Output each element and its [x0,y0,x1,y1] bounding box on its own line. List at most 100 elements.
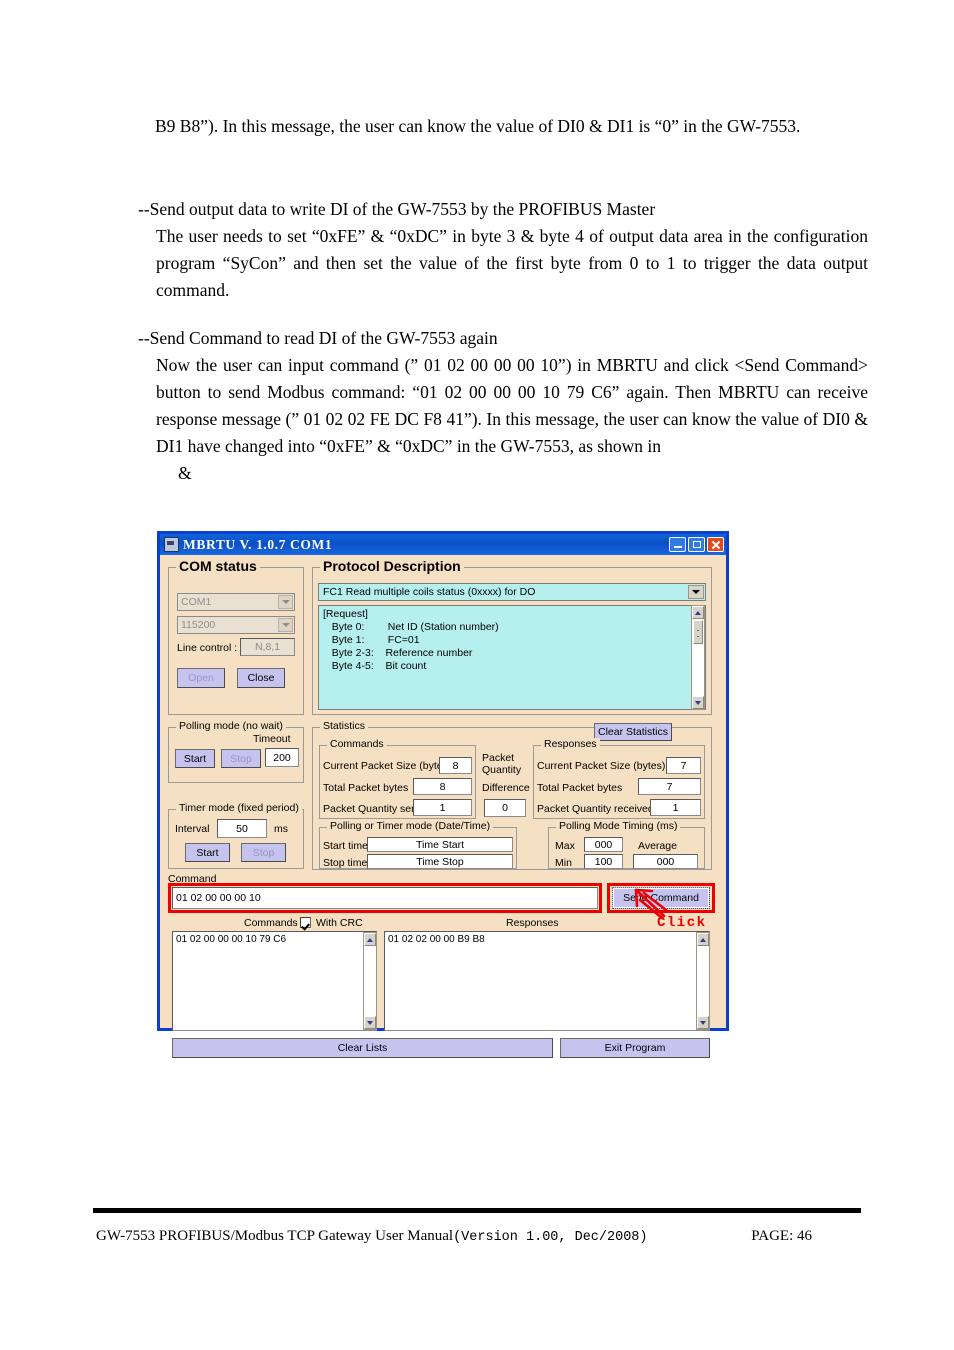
exit-program-button[interactable]: Exit Program [560,1038,710,1058]
scroll-down-icon[interactable] [692,696,704,709]
commands-list-label: Commands [244,917,298,929]
start-time-value: Time Start [367,837,513,852]
com-port-select[interactable]: COM1 [177,593,295,611]
resp-packet-quantity-received-value: 1 [650,799,701,816]
window-client-area: COM status COM1 115200 Line control : N,… [160,555,726,1058]
open-button[interactable]: Open [177,668,225,688]
cmd-current-packet-size-value: 8 [439,757,472,774]
resp-current-packet-size-value: 7 [666,757,701,774]
statistics-commands-legend: Commands [327,738,387,750]
baud-rate-value: 115200 [181,619,216,631]
paragraph-3-heading: --Send Command to read DI of the GW-7553… [138,328,498,348]
commands-listbox[interactable]: 01 02 00 00 00 10 79 C6 [172,931,377,1031]
timing-max-value: 000 [584,837,623,852]
timeout-input[interactable]: 200 [265,748,299,767]
resp-total-packet-bytes-value: 7 [638,778,701,795]
timer-mode-legend: Timer mode (fixed period) [176,802,302,814]
timing-min-label: Min [555,857,572,869]
difference-value: 0 [484,799,526,817]
timing-max-label: Max [555,840,575,852]
protocol-scrollbar[interactable] [691,605,705,710]
paragraph-3-body: Now the user can input command (” 01 02 … [156,355,868,456]
window-controls [669,537,724,552]
scroll-down-icon[interactable] [364,1016,376,1029]
line-control-label: Line control : [177,642,238,654]
with-crc-label: With CRC [316,917,363,929]
mbrtu-application-window: MBRTU V. 1.0.7 COM1 COM status COM1 1152… [157,531,729,1058]
cmd-current-packet-size-label: Current Packet Size (bytes) [323,760,452,772]
footer-manual-title: GW-7553 PROFIBUS/Modbus TCP Gateway User… [96,1228,454,1244]
interval-label: Interval [175,823,210,835]
protocol-selected-value: FC1 Read multiple coils status (0xxxx) f… [323,586,536,598]
scrollbar-thumb[interactable] [693,620,703,644]
statistics-legend: Statistics [320,720,369,732]
clear-lists-button[interactable]: Clear Lists [172,1038,553,1058]
responses-list-label: Responses [506,917,559,929]
clear-statistics-button[interactable]: Clear Statistics [594,723,672,741]
protocol-select[interactable]: FC1 Read multiple coils status (0xxxx) f… [318,583,706,601]
command-label: Command [168,873,217,885]
timeout-label: Timeout [253,733,291,745]
responses-scrollbar[interactable] [696,932,710,1030]
click-annotation-label: Click [657,915,707,931]
polling-stop-button[interactable]: Stop [221,749,261,768]
resp-current-packet-size-label: Current Packet Size (bytes) [537,760,666,772]
difference-label-line2: Quantity [482,764,522,776]
paragraph-3: --Send Command to read DI of the GW-7553… [138,325,868,487]
difference-label-line3: Difference [482,782,530,794]
start-time-label: Start time [323,840,368,852]
resp-total-packet-bytes-label: Total Packet bytes [537,782,623,794]
footer: GW-7553 PROFIBUS/Modbus TCP Gateway User… [96,1228,864,1245]
with-crc-checkbox[interactable] [300,917,311,928]
timer-start-button[interactable]: Start [185,843,230,862]
paragraph-2: --Send output data to write DI of the GW… [138,196,868,304]
cmd-total-packet-bytes-value: 8 [413,778,472,795]
responses-listbox[interactable]: 01 02 02 00 00 B9 B8 [384,931,710,1031]
polling-start-button[interactable]: Start [175,749,215,768]
com-status-legend: COM status [176,558,260,574]
baud-rate-select[interactable]: 115200 [177,616,295,634]
timing-average-value: 000 [633,854,698,869]
paragraph-2-heading: --Send output data to write DI of the GW… [138,199,656,219]
protocol-line: [Request] [323,608,368,620]
datetime-legend: Polling or Timer mode (Date/Time) [327,820,494,832]
close-button[interactable]: Close [237,668,285,688]
footer-page-number: PAGE: 46 [751,1228,812,1244]
interval-unit-label: ms [274,823,288,835]
protocol-line: Byte 2-3: Reference number [323,647,473,659]
scroll-up-icon[interactable] [364,933,376,946]
close-icon[interactable] [707,537,724,552]
timing-min-value: 100 [584,854,623,869]
scroll-down-icon[interactable] [697,1016,709,1029]
list-item[interactable]: 01 02 02 00 00 B9 B8 [388,934,706,945]
list-item[interactable]: 01 02 00 00 00 10 79 C6 [176,934,373,945]
commands-scrollbar[interactable] [363,932,377,1030]
scroll-up-icon[interactable] [692,606,704,619]
paragraph-3-tail: & [178,463,192,483]
stop-time-label: Stop time [323,857,368,869]
scroll-up-icon[interactable] [697,933,709,946]
timing-legend: Polling Mode Timing (ms) [556,820,681,832]
chevron-down-icon[interactable] [688,585,704,599]
title-bar: MBRTU V. 1.0.7 COM1 [160,534,726,555]
paragraph-1: B9 B8”). In this message, the user can k… [155,116,801,136]
com-port-value: COM1 [181,596,212,608]
polling-mode-legend: Polling mode (no wait) [176,720,286,732]
cmd-packet-quantity-sent-label: Packet Quantity sent [323,803,420,815]
command-input[interactable]: 01 02 00 00 00 10 [172,887,598,909]
cmd-packet-quantity-sent-value: 1 [413,799,472,816]
protocol-line: Byte 4-5: Bit count [323,660,427,672]
protocol-description-legend: Protocol Description [320,558,464,574]
footer-version: (Version 1.00, Dec/2008) [453,1230,648,1245]
resp-packet-quantity-received-label: Packet Quantity received [537,803,654,815]
application-icon [164,537,179,552]
footer-divider [93,1208,861,1213]
statistics-responses-legend: Responses [541,738,600,750]
timing-average-label: Average [638,840,677,852]
chevron-down-icon[interactable] [278,618,293,632]
chevron-down-icon[interactable] [278,595,293,609]
interval-input[interactable]: 50 [217,819,267,838]
minimize-icon[interactable] [669,537,686,552]
timer-stop-button[interactable]: Stop [241,843,286,862]
maximize-icon[interactable] [688,537,705,552]
